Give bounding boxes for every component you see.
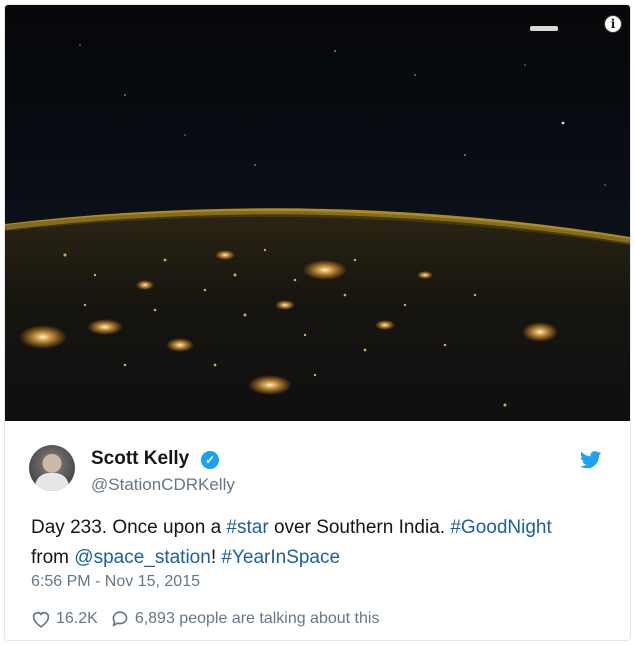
avatar-suit <box>35 473 69 491</box>
info-icon[interactable]: i <box>604 15 622 33</box>
conversation-link[interactable]: 6,893 people are talking about this <box>110 610 380 628</box>
tweet-text: Day 233. Once upon a #star over Southern… <box>31 513 611 573</box>
mention-space-station-link[interactable]: @space_station <box>74 547 211 568</box>
hashtag-yearinspace-link[interactable]: #YearInSpace <box>221 547 340 568</box>
comment-icon <box>112 611 128 627</box>
tweet-card: i Scott Kelly ✓ @StationCDRKelly Day 233… <box>4 4 631 641</box>
twitter-bird-icon[interactable] <box>580 451 602 474</box>
conversation-text: 6,893 people are talking about this <box>134 610 380 627</box>
heart-icon <box>32 611 50 628</box>
author-handle[interactable]: @StationCDRKelly <box>91 475 235 495</box>
earth-night-image <box>5 26 630 421</box>
hashtag-star-link[interactable]: #star <box>226 517 268 538</box>
verified-badge-icon: ✓ <box>201 451 219 469</box>
tweet-timestamp[interactable]: 6:56 PM - Nov 15, 2015 <box>31 573 200 591</box>
tweet-text-part: over Southern India. <box>268 517 451 538</box>
tweet-photo[interactable]: i <box>5 5 630 421</box>
author-name[interactable]: Scott Kelly <box>91 448 189 470</box>
tweet-actions: 16.2K 6,893 people are talking about thi… <box>31 609 391 629</box>
hashtag-goodnight-link[interactable]: #GoodNight <box>450 517 551 538</box>
tweet-text-part: from <box>31 547 75 568</box>
like-button[interactable]: 16.2K <box>31 610 98 628</box>
avatar[interactable] <box>29 445 75 491</box>
tweet-text-part: Day 233. Once upon a <box>31 517 227 538</box>
like-count: 16.2K <box>56 610 98 627</box>
tweet-text-part: ! <box>210 547 222 568</box>
